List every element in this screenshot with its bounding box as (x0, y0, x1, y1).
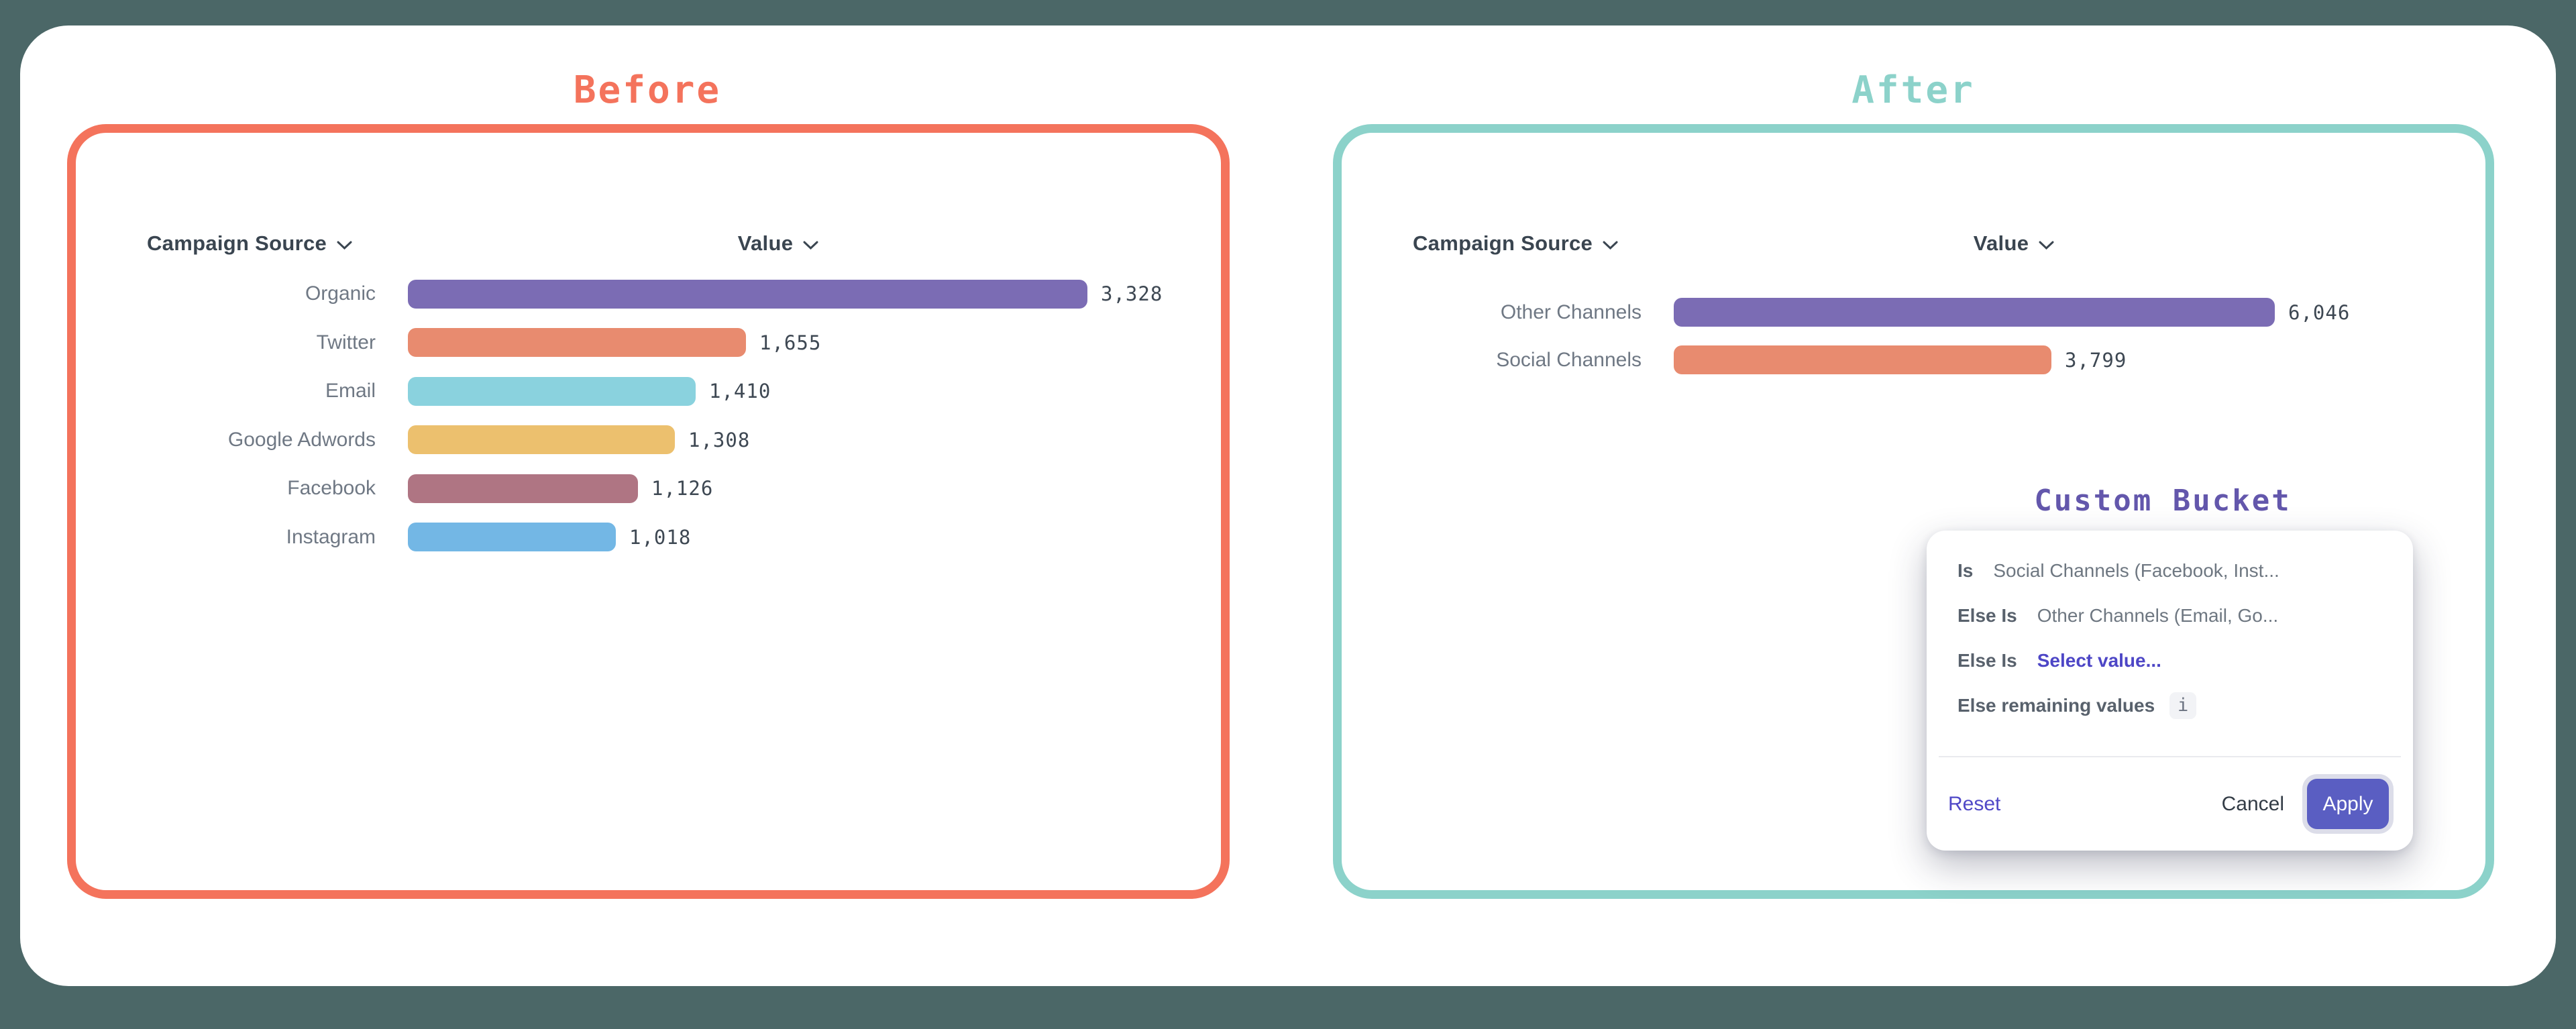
value-bar-fill (408, 474, 638, 503)
page-background: Before After Campaign Source Value (0, 0, 2576, 1029)
bucket-rule-row: Else remaining values i (1957, 683, 2396, 728)
column-header-label: Value (738, 231, 794, 256)
chevron-down-icon (337, 241, 352, 250)
table-row: Google Adwords 1,308 (76, 416, 1221, 465)
row-label: Twitter (76, 331, 376, 354)
table-row: Social Channels 3,799 (1342, 336, 2485, 384)
row-label: Facebook (76, 477, 376, 500)
row-value: 1,410 (709, 380, 771, 402)
custom-bucket-popup: Is Social Channels (Facebook, Inst... El… (1927, 531, 2413, 851)
rule-condition-label: Else Is (1957, 605, 2017, 627)
row-label: Social Channels (1342, 349, 1642, 372)
before-title: Before (480, 68, 815, 113)
table-row: Twitter 1,655 (76, 319, 1221, 368)
value-bar (408, 377, 696, 406)
value-bar-fill (408, 328, 746, 357)
row-value: 1,126 (651, 477, 713, 500)
chevron-down-icon (2039, 241, 2054, 250)
column-header-value[interactable]: Value (678, 227, 879, 260)
row-label: Email (76, 380, 376, 402)
table-body: Organic 3,328 Twitter 1,655 Email (76, 270, 1221, 561)
column-header-campaign-source[interactable]: Campaign Source (147, 227, 352, 260)
content-card: Before After Campaign Source Value (20, 25, 2556, 986)
column-header-campaign-source[interactable]: Campaign Source (1413, 227, 1618, 260)
table-row: Instagram 1,018 (76, 513, 1221, 562)
rule-condition-label: Else remaining values (1957, 695, 2155, 716)
value-bar (408, 523, 616, 551)
column-header-value[interactable]: Value (1913, 227, 2114, 260)
value-bar-fill (1674, 298, 2275, 327)
row-label: Google Adwords (76, 429, 376, 451)
row-label: Organic (76, 282, 376, 305)
info-icon[interactable]: i (2169, 692, 2196, 719)
chevron-down-icon (803, 241, 818, 250)
popup-footer: Reset Cancel Apply (1948, 757, 2389, 851)
row-value: 1,308 (688, 429, 750, 451)
value-bar (408, 425, 675, 454)
row-value: 3,799 (2065, 349, 2127, 372)
value-bar-fill (408, 280, 1087, 309)
custom-bucket-title: Custom Bucket (1988, 480, 2337, 523)
column-header-label: Campaign Source (147, 231, 327, 256)
row-value: 3,328 (1101, 282, 1163, 305)
row-value: 1,018 (629, 526, 691, 549)
row-value: 1,655 (759, 331, 821, 354)
value-bar (408, 474, 638, 503)
value-bar (408, 328, 746, 357)
table-row: Other Channels 6,046 (1342, 288, 2485, 336)
value-bar-fill (408, 377, 696, 406)
value-bar (1674, 345, 2051, 374)
cancel-button[interactable]: Cancel (2222, 793, 2284, 816)
table-body: Other Channels 6,046 Social Channels 3,7… (1342, 288, 2485, 384)
row-label: Other Channels (1342, 301, 1642, 324)
value-bar-fill (408, 425, 675, 454)
column-header-label: Value (1974, 231, 2029, 256)
apply-button[interactable]: Apply (2307, 779, 2389, 829)
row-label: Instagram (76, 526, 376, 549)
table-row: Organic 3,328 (76, 270, 1221, 319)
rule-value-dropdown[interactable]: Social Channels (Facebook, Inst... (1993, 560, 2279, 582)
reset-button[interactable]: Reset (1948, 793, 2000, 816)
bucket-rule-row: Else Is Other Channels (Email, Go... (1957, 593, 2396, 638)
chevron-down-icon (1603, 241, 1618, 250)
bucket-rules-list: Is Social Channels (Facebook, Inst... El… (1957, 548, 2396, 728)
bucket-rule-row: Is Social Channels (Facebook, Inst... (1957, 548, 2396, 593)
value-bar-fill (1674, 345, 2051, 374)
rule-value-dropdown[interactable]: Select value... (2037, 650, 2161, 671)
table-header-row: Campaign Source Value (1342, 227, 2485, 260)
after-title: After (1746, 68, 2081, 113)
value-bar (1674, 298, 2275, 327)
bucket-rule-row: Else Is Select value... (1957, 638, 2396, 683)
value-bar-fill (408, 523, 616, 551)
column-header-label: Campaign Source (1413, 231, 1593, 256)
value-bar (408, 280, 1087, 309)
row-value: 6,046 (2288, 301, 2350, 324)
before-panel: Campaign Source Value Organic (67, 124, 1230, 899)
table-row: Email 1,410 (76, 367, 1221, 416)
rule-condition-label: Else Is (1957, 650, 2017, 671)
rule-value-dropdown[interactable]: Other Channels (Email, Go... (2037, 605, 2278, 627)
table-header-row: Campaign Source Value (76, 227, 1221, 260)
table-row: Facebook 1,126 (76, 464, 1221, 513)
rule-condition-label: Is (1957, 560, 1973, 582)
